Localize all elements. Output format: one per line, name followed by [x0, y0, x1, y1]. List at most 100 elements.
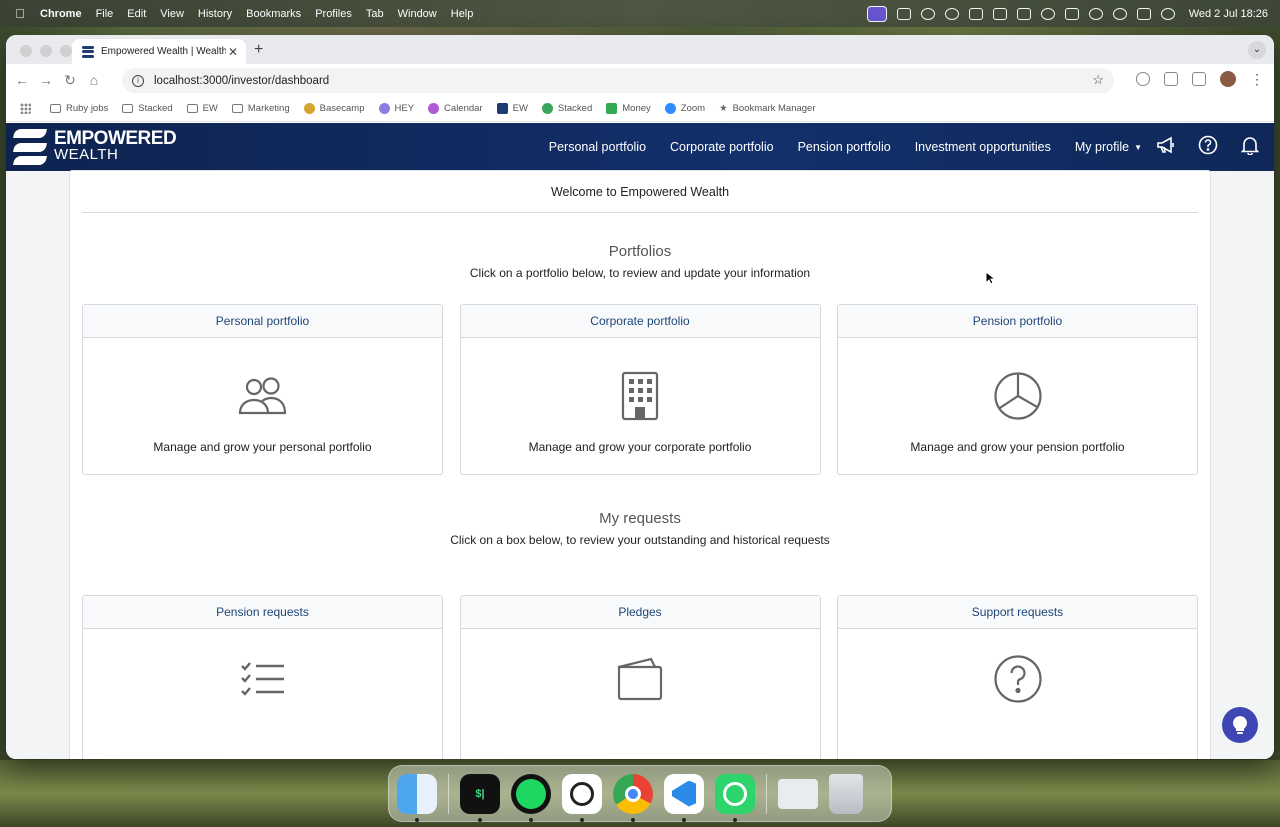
top-navbar: EMPOWERED WEALTH Personal portfolio Corp…: [6, 123, 1274, 171]
terminal-icon[interactable]: $|: [460, 773, 500, 822]
dock-separator: [448, 773, 449, 814]
menu-bookmarks[interactable]: Bookmarks: [246, 8, 301, 20]
spotlight-search-icon[interactable]: [1112, 7, 1127, 20]
extension-icon[interactable]: [1136, 72, 1150, 86]
help-icon[interactable]: [1198, 135, 1218, 155]
question-icon: [838, 649, 1197, 709]
status-sync-icon[interactable]: [968, 7, 983, 20]
chatgpt-icon[interactable]: [562, 773, 602, 822]
address-bar[interactable]: i localhost:3000/investor/dashboard ☆: [122, 68, 1114, 93]
tile-title[interactable]: Corporate portfolio: [460, 305, 820, 338]
menu-tab[interactable]: Tab: [366, 8, 384, 20]
bookmark-item[interactable]: Calendar: [428, 103, 483, 114]
home-icon[interactable]: ⌂: [82, 68, 106, 92]
wifi-icon[interactable]: [1088, 7, 1103, 20]
mouse-cursor-icon: [985, 271, 995, 285]
bookmark-item[interactable]: EW: [186, 103, 218, 114]
reload-icon[interactable]: ↻: [58, 68, 82, 92]
menu-history[interactable]: History: [198, 8, 232, 20]
pledges-tile[interactable]: Pledges: [459, 595, 821, 759]
menu-window[interactable]: Window: [398, 8, 437, 20]
whatsapp-icon[interactable]: [715, 773, 755, 822]
menu-view[interactable]: View: [160, 8, 184, 20]
menu-edit[interactable]: Edit: [127, 8, 146, 20]
bookmark-item[interactable]: Zoom: [664, 103, 705, 114]
bookmark-item[interactable]: Ruby jobs: [50, 103, 108, 114]
notification-bell-icon[interactable]: [1240, 135, 1260, 155]
menu-file[interactable]: File: [96, 8, 114, 20]
corporate-portfolio-tile[interactable]: Corporate portfolio Manage and grow your…: [459, 304, 821, 475]
profile-avatar[interactable]: [1220, 71, 1236, 87]
help-chat-button[interactable]: [1222, 707, 1258, 743]
bookmark-item[interactable]: Stacked: [122, 103, 173, 114]
new-tab-icon[interactable]: +: [254, 41, 263, 59]
back-icon[interactable]: ←: [10, 68, 34, 92]
url-text[interactable]: localhost:3000/investor/dashboard: [154, 75, 329, 87]
chrome-window-thumbnail-icon[interactable]: [778, 778, 818, 809]
nav-pension-portfolio[interactable]: Pension portfolio: [798, 140, 891, 154]
close-window-button[interactable]: [20, 45, 32, 57]
status-app-icon[interactable]: [896, 7, 911, 20]
megaphone-icon[interactable]: [1156, 135, 1176, 155]
apps-grid-icon: [20, 103, 31, 114]
trash-icon[interactable]: [829, 773, 863, 814]
status-arrows-icon[interactable]: [1016, 7, 1031, 20]
bookmark-label: EW: [512, 103, 528, 114]
nav-personal-portfolio[interactable]: Personal portfolio: [549, 140, 646, 154]
status-globe-icon[interactable]: [944, 7, 959, 20]
zoom-window-button[interactable]: [60, 45, 72, 57]
apple-icon[interactable]: : [14, 6, 26, 21]
status-target-icon[interactable]: [920, 7, 935, 20]
site-info-icon[interactable]: i: [132, 74, 144, 87]
tab-strip: Empowered Wealth | Wealth I ✕ + ⌄: [6, 35, 1274, 64]
apps-shortcut[interactable]: [20, 103, 36, 114]
bookmark-item[interactable]: Basecamp: [303, 103, 365, 114]
finder-icon[interactable]: [397, 773, 437, 822]
bookmark-item[interactable]: Stacked: [541, 103, 592, 114]
control-center-icon[interactable]: [1136, 7, 1151, 20]
puzzle-icon[interactable]: [1192, 72, 1206, 86]
screen-share-icon[interactable]: [866, 5, 887, 22]
siri-icon[interactable]: [1160, 7, 1175, 20]
bookmark-item[interactable]: ★ Bookmark Manager: [719, 103, 815, 114]
pension-requests-tile[interactable]: Pension requests: [82, 595, 443, 759]
tile-title[interactable]: Support requests: [838, 596, 1197, 629]
play-icon[interactable]: [1040, 7, 1055, 20]
extension-grid-icon[interactable]: [1164, 72, 1178, 86]
menu-profiles[interactable]: Profiles: [315, 8, 352, 20]
menu-help[interactable]: Help: [451, 8, 474, 20]
bookmark-label: Basecamp: [319, 103, 365, 114]
tab-search-icon[interactable]: ⌄: [1248, 41, 1266, 59]
menu-app-name[interactable]: Chrome: [40, 8, 82, 20]
bookmark-label: Stacked: [138, 103, 173, 114]
nav-corporate-portfolio[interactable]: Corporate portfolio: [670, 140, 774, 154]
close-tab-icon[interactable]: ✕: [226, 45, 240, 59]
spotify-icon[interactable]: [511, 773, 551, 822]
personal-portfolio-tile[interactable]: Personal portfolio Manage and grow your …: [82, 304, 443, 475]
bookmark-item[interactable]: Marketing: [231, 103, 290, 114]
battery-icon[interactable]: [1064, 7, 1079, 20]
bookmark-item[interactable]: HEY: [378, 103, 414, 114]
tile-title[interactable]: Pledges: [460, 596, 820, 629]
pension-portfolio-tile[interactable]: Pension portfolio Manage and grow your p…: [837, 304, 1198, 475]
tile-title[interactable]: Personal portfolio: [83, 305, 442, 338]
minimize-window-button[interactable]: [40, 45, 52, 57]
menu-clock[interactable]: Wed 2 Jul 18:26: [1189, 8, 1268, 20]
tile-title[interactable]: Pension requests: [83, 596, 442, 629]
empowered-wealth-logo[interactable]: EMPOWERED WEALTH: [13, 129, 177, 165]
browser-tab[interactable]: Empowered Wealth | Wealth I ✕: [72, 39, 246, 64]
nav-my-profile-dropdown[interactable]: My profile ▼: [1075, 140, 1142, 154]
toolbar-extensions: ⋮: [1136, 71, 1264, 87]
more-menu-icon[interactable]: ⋮: [1250, 72, 1264, 86]
vscode-icon[interactable]: [664, 773, 704, 822]
bookmark-item[interactable]: EW: [496, 103, 528, 114]
forward-icon[interactable]: →: [34, 68, 58, 92]
chrome-icon[interactable]: [613, 773, 653, 822]
bookmark-item[interactable]: Money: [606, 103, 651, 114]
status-butterfly-icon[interactable]: [992, 7, 1007, 20]
nav-investment-opportunities[interactable]: Investment opportunities: [915, 140, 1051, 154]
wallet-icon: [461, 649, 820, 709]
tile-title[interactable]: Pension portfolio: [838, 305, 1197, 338]
bookmark-star-icon[interactable]: ☆: [1092, 72, 1104, 88]
support-requests-tile[interactable]: Support requests: [837, 595, 1198, 759]
